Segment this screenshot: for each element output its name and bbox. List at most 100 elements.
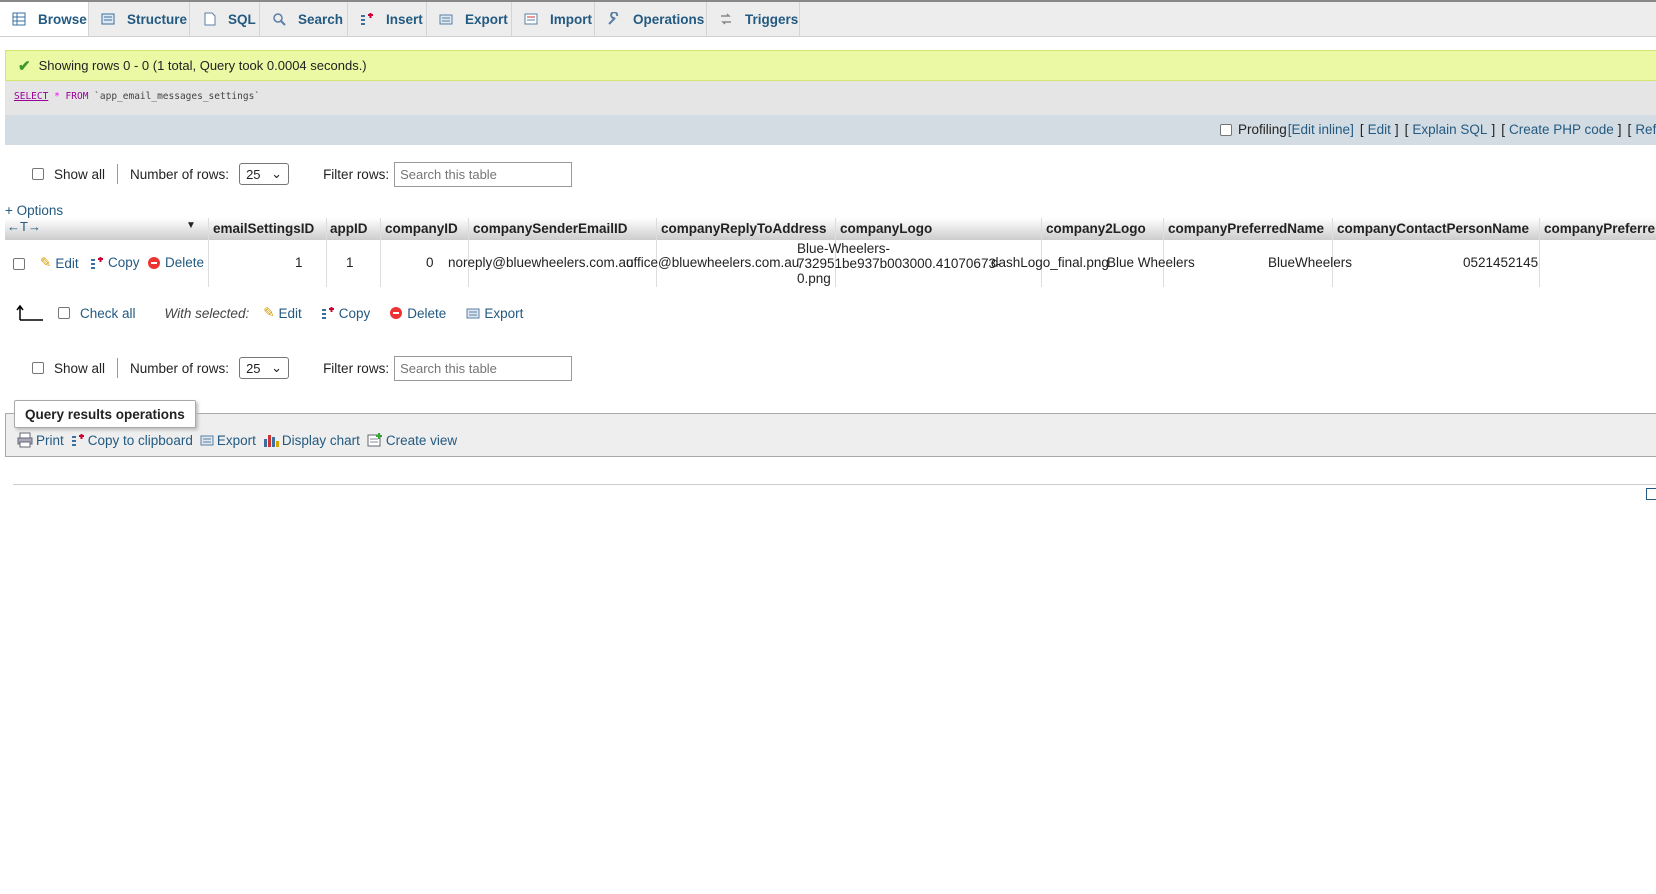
row-edit-button[interactable]: ✎ Edit xyxy=(40,255,79,271)
number-of-rows-label: Number of rows: xyxy=(130,360,230,376)
column-header[interactable]: companyPreferre xyxy=(1544,221,1655,236)
divider xyxy=(117,164,119,184)
create-php-link[interactable]: Create PHP code xyxy=(1509,122,1614,137)
tab-export[interactable]: Export xyxy=(427,2,512,36)
tab-insert[interactable]: Insert xyxy=(348,2,427,36)
print-button[interactable]: Print xyxy=(17,432,64,448)
cell-text: Blue-Wheelers- xyxy=(797,241,891,256)
tab-label: Browse xyxy=(38,11,87,27)
bulk-delete-button[interactable]: Delete xyxy=(390,306,446,321)
bulk-copy-button[interactable]: Copy xyxy=(321,305,371,321)
wrench-icon xyxy=(607,11,621,27)
table-row: ✎ Edit Copy Delete 1 1 0 noreply@bluewhee… xyxy=(5,240,1656,287)
row-delete-label: Delete xyxy=(165,255,205,270)
column-header[interactable]: companyID xyxy=(385,221,458,236)
cell-companyLogo[interactable]: Blue-Wheelers- 732951be937b003000.410706… xyxy=(797,241,1000,286)
edit-link[interactable]: Edit xyxy=(1368,122,1391,137)
check-all-checkbox[interactable] xyxy=(58,307,70,319)
export-button[interactable]: Export xyxy=(200,433,256,448)
column-header[interactable]: companyContactPersonName xyxy=(1337,221,1529,236)
cell-companyID[interactable]: 0 xyxy=(426,255,434,270)
column-header[interactable]: companyLogo xyxy=(840,221,932,236)
cell-company2Logo[interactable]: dashLogo_final.png xyxy=(991,255,1109,270)
row-copy-button[interactable]: Copy xyxy=(90,255,140,270)
tab-browse[interactable]: Browse xyxy=(0,2,89,36)
tab-label: Export xyxy=(465,11,508,27)
show-all-checkbox[interactable] xyxy=(32,362,44,374)
bulk-delete-label: Delete xyxy=(407,305,447,321)
bulk-export-label: Export xyxy=(484,305,524,321)
table-navigation-top: Show all Number of rows: 25 ⌄ Filter rows… xyxy=(32,161,573,187)
cell-emailSettingsID[interactable]: 1 xyxy=(295,255,303,270)
tab-operations[interactable]: Operations xyxy=(595,2,707,36)
sql-select-keyword[interactable]: SELECT xyxy=(14,91,48,102)
column-header[interactable]: companyReplyToAddress xyxy=(661,221,827,236)
cell-appID[interactable]: 1 xyxy=(346,255,354,270)
chevron-down-icon: ⌄ xyxy=(271,360,283,375)
column-header[interactable]: appID xyxy=(330,221,368,236)
copy-to-clipboard-label: Copy to clipboard xyxy=(87,432,193,448)
profiling-checkbox[interactable] xyxy=(1220,123,1232,136)
column-header[interactable]: companySenderEmailID xyxy=(473,221,628,236)
table-header: ←T→ ▼ emailSettingsID appID companyID co… xyxy=(5,218,1656,240)
rows-select-value: 25 xyxy=(246,166,261,182)
filter-placeholder: Search this table xyxy=(400,360,497,376)
copy-icon xyxy=(71,433,85,447)
display-chart-button[interactable]: Display chart xyxy=(263,433,360,448)
edit-inline-link[interactable]: [Edit inline] xyxy=(1288,122,1354,137)
tab-label: Triggers xyxy=(745,11,799,27)
sort-dropdown-icon[interactable]: ▼ xyxy=(186,220,196,231)
row-copy-label: Copy xyxy=(108,255,140,270)
tab-triggers[interactable]: Triggers xyxy=(707,2,800,36)
cell-companyContactPersonName[interactable]: BlueWheelers xyxy=(1268,255,1352,270)
table-navigation-bottom: Show all Number of rows: 25 ⌄ Filter rows… xyxy=(32,355,573,381)
divider-line xyxy=(13,484,1656,485)
cell-companySenderEmailID[interactable]: noreply@bluewheelers.com.au xyxy=(448,255,634,270)
sql-from-keyword: FROM xyxy=(65,91,89,102)
chart-icon xyxy=(263,433,279,447)
copy-icon xyxy=(321,306,335,320)
cell-text: 732951be937b003000.41070673- xyxy=(797,256,1001,271)
create-view-button[interactable]: Create view xyxy=(367,432,457,448)
check-all-label[interactable]: Check all xyxy=(80,306,136,321)
profiling-label: Profiling xyxy=(1238,122,1287,137)
cell-companyPreferredName[interactable]: Blue Wheelers xyxy=(1107,255,1195,270)
with-selected-label: With selected: xyxy=(164,305,250,321)
maximize-icon[interactable] xyxy=(1646,488,1656,500)
search-icon xyxy=(272,11,286,27)
sql-icon xyxy=(202,11,216,27)
tab-sql[interactable]: SQL xyxy=(190,2,260,36)
cell-companyPreferre[interactable]: 0521452145 xyxy=(1463,255,1538,270)
column-header[interactable]: emailSettingsID xyxy=(213,221,314,236)
column-header[interactable]: company2Logo xyxy=(1046,221,1146,236)
tab-label: Structure xyxy=(127,11,188,27)
bulk-edit-button[interactable]: ✎ Edit xyxy=(263,305,302,321)
refresh-link[interactable]: Refres xyxy=(1635,122,1656,137)
copy-to-clipboard-button[interactable]: Copy to clipboard xyxy=(71,433,193,448)
bulk-copy-label: Copy xyxy=(338,305,371,321)
query-results-operations-legend: Query results operations xyxy=(14,400,196,428)
options-link[interactable]: + Options xyxy=(5,203,63,218)
explain-sql-link[interactable]: Explain SQL xyxy=(1412,122,1487,137)
filter-rows-input[interactable]: Search this table xyxy=(394,161,573,187)
tab-import[interactable]: Import xyxy=(512,2,595,36)
tab-label: SQL xyxy=(228,11,256,27)
insert-icon xyxy=(360,11,374,27)
row-checkbox[interactable] xyxy=(13,258,25,270)
filter-rows-input[interactable]: Search this table xyxy=(394,355,573,381)
export-icon xyxy=(439,11,453,27)
rows-select[interactable]: 25 ⌄ xyxy=(239,163,290,185)
show-all-checkbox[interactable] xyxy=(32,168,44,180)
row-delete-button[interactable]: Delete xyxy=(148,255,204,270)
column-header[interactable]: companyPreferredName xyxy=(1168,221,1324,236)
sql-star: * xyxy=(54,91,60,102)
bulk-export-button[interactable]: Export xyxy=(466,306,523,321)
tab-structure[interactable]: Structure xyxy=(89,2,190,36)
chevron-down-icon: ⌄ xyxy=(271,166,283,181)
copy-icon xyxy=(90,256,104,270)
tab-search[interactable]: Search xyxy=(260,2,348,36)
column-resize-arrows-icon[interactable]: ←T→ xyxy=(7,219,41,234)
rows-select[interactable]: 25 ⌄ xyxy=(239,357,290,379)
tab-label: Operations xyxy=(633,11,705,27)
cell-companyReplyToAddress[interactable]: office@bluewheelers.com.au xyxy=(626,255,799,270)
